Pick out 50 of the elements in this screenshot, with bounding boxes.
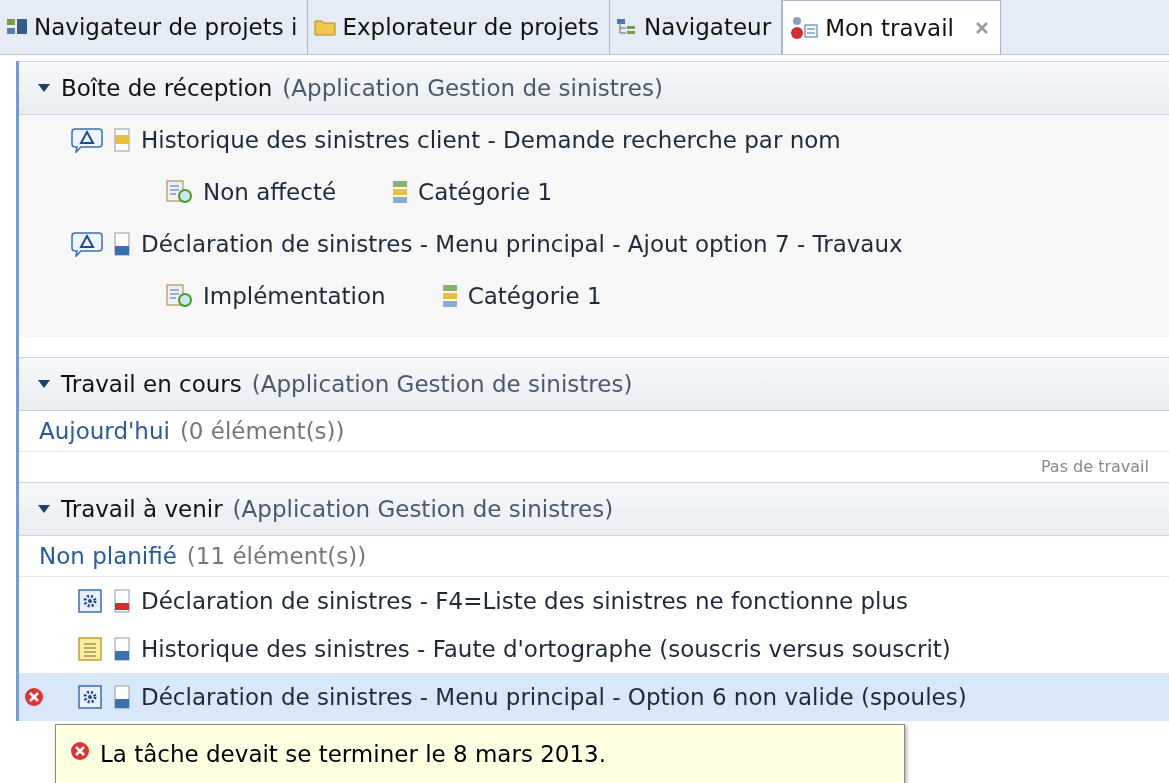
section-title: Travail à venir [61,496,223,522]
sync-doc-icon [165,283,193,309]
project-icon [6,17,28,37]
task-category: Catégorie 1 [467,283,602,309]
group-link[interactable]: Non planifié [39,543,177,569]
gear-task-icon [77,684,103,710]
task-title: Déclaration de sinistres - F4=Liste des sinistres ne fonctionne plus [141,588,908,614]
task-status: Implémentation [203,283,386,309]
task-list-icon [789,15,820,40]
gear-task-icon [77,588,103,614]
sync-doc-icon [165,179,193,205]
folder-icon [314,17,337,37]
group-link[interactable]: Aujourd'hui [39,418,170,444]
view-tab[interactable]: Navigateur de projets i [0,0,309,54]
item-count: (0 élément(s)) [179,418,345,444]
section-header[interactable]: Travail en cours (Application Gestion de sinistres) [19,357,1169,411]
task-row[interactable]: Déclaration de sinistres - Menu principal - Ajout option 7 - Travaux [19,219,1169,269]
view-tab[interactable]: Explorateur de projets [308,0,610,54]
task-title: Déclaration de sinistres - Menu principal - Option 6 non valide (spoules) [141,684,967,710]
section-context: (Application Gestion de sinistres) [251,371,633,397]
task-title: Historique des sinistres - Faute d'ortographe (souscris versus souscrit) [141,636,951,662]
task-title: Historique des sinistres client - Demande recherche par nom [141,127,841,153]
empty-note: Pas de travail [1040,457,1149,476]
category-icon [392,179,409,205]
view-tab[interactable]: Mon travail [782,0,1001,54]
task-row[interactable]: Déclaration de sinistres - Menu principal - Option 6 non valide (spoules) [19,673,1169,721]
task-row[interactable]: Historique des sinistres client - Demande recherche par nom [19,115,1169,165]
alert-bubble-icon [71,127,103,153]
task-row[interactable]: Historique des sinistres - Faute d'ortographe (souscris versus souscrit) [19,625,1169,673]
item-count: (11 élément(s)) [186,543,367,569]
task-title: Déclaration de sinistres - Menu principal - Ajout option 7 - Travaux [141,231,903,257]
task-category: Catégorie 1 [418,179,552,205]
section-context: (Application Gestion de sinistres) [232,496,614,522]
tree-icon [615,17,638,37]
section-header[interactable]: Travail à venir (Application Gestion de sinistres) [19,482,1169,536]
close-icon[interactable] [974,19,990,36]
alert-bubble-icon [71,231,103,257]
expand-caret-icon[interactable] [37,83,51,93]
section-context: (Application Gestion de sinistres) [282,75,663,101]
section-title: Boîte de réception [61,75,273,101]
expand-caret-icon[interactable] [37,379,51,389]
category-icon [441,283,458,309]
error-icon [70,741,90,761]
tooltip-text: La tâche devait se terminer le 8 mars 2013. [100,741,607,767]
section-header[interactable]: Boîte de réception (Application Gestion de sinistres) [19,61,1169,115]
section-title: Travail en cours [61,371,242,397]
task-status: Non affecté [203,179,337,205]
task-row[interactable]: Déclaration de sinistres - F4=Liste des sinistres ne fonctionne plus [19,577,1169,625]
expand-caret-icon[interactable] [37,504,51,514]
note-icon [77,636,103,662]
